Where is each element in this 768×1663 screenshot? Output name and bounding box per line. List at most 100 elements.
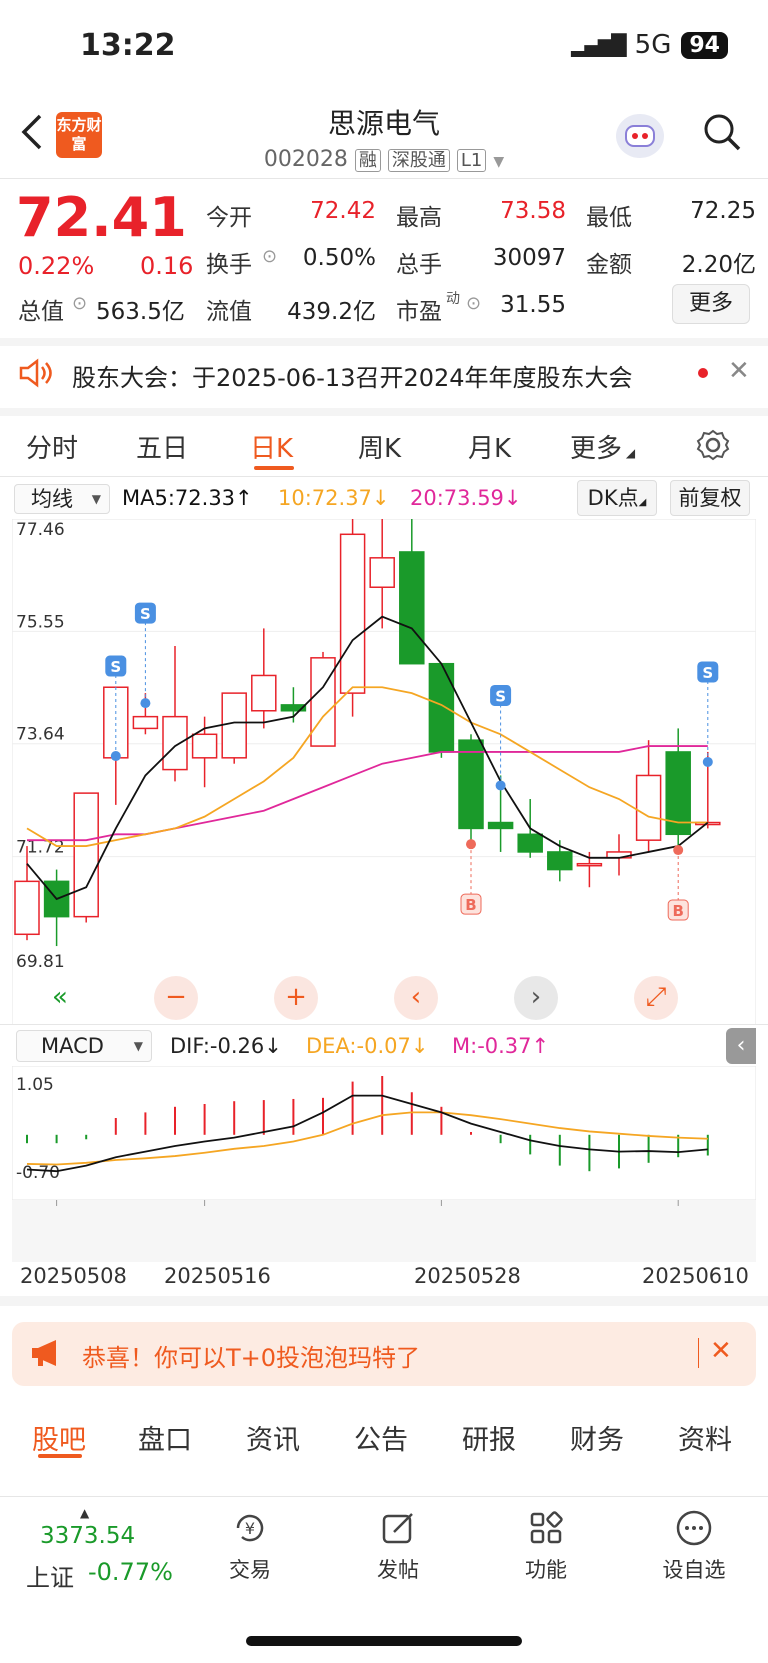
info-icon[interactable]: ⊙ bbox=[72, 293, 87, 314]
gear-icon[interactable] bbox=[696, 428, 730, 466]
tab-more[interactable]: 更多 ◢ bbox=[570, 428, 635, 465]
tab-underline bbox=[38, 1454, 82, 1458]
tab-research[interactable]: 研报 bbox=[462, 1418, 516, 1457]
tab-monthly-k[interactable]: 月K bbox=[468, 428, 511, 465]
section-gap bbox=[0, 408, 768, 416]
close-icon[interactable]: ✕ bbox=[710, 1336, 732, 1366]
amount-value: 2.20亿 bbox=[681, 252, 756, 278]
zoom-in-button[interactable]: + bbox=[274, 976, 318, 1020]
candle-body bbox=[487, 821, 514, 830]
nav-post-label: 发帖 bbox=[377, 1558, 419, 1582]
signal-label: S bbox=[495, 687, 506, 705]
signal-dot bbox=[673, 845, 684, 856]
tab-announcements[interactable]: 公告 bbox=[354, 1418, 408, 1457]
date-label: 20250528 bbox=[414, 1264, 521, 1288]
candle-body bbox=[428, 662, 455, 753]
index-name[interactable]: 上证 bbox=[26, 1558, 74, 1593]
tab-intraday[interactable]: 分时 bbox=[26, 428, 78, 465]
index-change[interactable]: -0.77% bbox=[88, 1558, 173, 1586]
dk-points-button[interactable]: DK点◢ bbox=[577, 480, 657, 516]
ma20-readout: 20:73.59↓ bbox=[410, 486, 522, 510]
pe-dynamic-mark: 动 bbox=[446, 291, 460, 307]
more-stats-button[interactable]: 更多 bbox=[672, 284, 750, 324]
fullscreen-icon[interactable]: ⤢ bbox=[634, 976, 678, 1020]
ma20-value: 20:73.59 bbox=[410, 486, 504, 510]
candle-body bbox=[132, 715, 159, 730]
tab-finance[interactable]: 财务 bbox=[570, 1418, 624, 1457]
arrow-up-icon: ↑ bbox=[531, 1034, 550, 1058]
macd-chart[interactable]: 1.05 -0.70 bbox=[12, 1066, 756, 1262]
pe-label: 市盈 bbox=[396, 299, 442, 325]
candle-body bbox=[369, 557, 395, 588]
zoom-out-button[interactable]: − bbox=[154, 976, 198, 1020]
nav-trade-label: 交易 bbox=[229, 1558, 271, 1582]
nav-watchlist-label: 设自选 bbox=[662, 1558, 726, 1582]
tab-profile[interactable]: 资料 bbox=[678, 1418, 732, 1457]
status-icons: ▂▄▆█ 5G 94 bbox=[571, 30, 728, 60]
candle-body bbox=[458, 739, 484, 830]
assistant-robot-icon[interactable] bbox=[616, 114, 664, 158]
arrow-up-icon: ↑ bbox=[235, 486, 253, 510]
signal-label: B bbox=[672, 902, 683, 920]
chevron-right-icon[interactable]: › bbox=[514, 976, 558, 1020]
ma10-value: 10:72.37 bbox=[278, 486, 372, 510]
tag-level: L1 bbox=[456, 149, 487, 172]
caret-icon: ◢ bbox=[638, 497, 647, 508]
index-value[interactable]: 3373.54 bbox=[40, 1523, 135, 1549]
grid-icon bbox=[530, 1511, 563, 1544]
tab-news[interactable]: 资讯 bbox=[246, 1418, 300, 1457]
nav-post[interactable]: 发帖 bbox=[348, 1508, 448, 1584]
info-icon[interactable]: ⊙ bbox=[262, 246, 277, 267]
signal-label: S bbox=[702, 664, 713, 682]
signal-dot bbox=[702, 756, 713, 767]
ma10-readout: 10:72.37↓ bbox=[278, 486, 390, 510]
low-label: 最低 bbox=[586, 205, 632, 231]
open-value: 72.42 bbox=[310, 198, 376, 224]
caret-down-icon: ▼ bbox=[91, 492, 101, 506]
close-icon[interactable]: ✕ bbox=[728, 356, 750, 386]
signal-label: B bbox=[465, 896, 476, 914]
volume-label: 总手 bbox=[396, 252, 442, 278]
nav-functions[interactable]: 功能 bbox=[496, 1508, 596, 1584]
candlestick-chart[interactable]: 77.4675.5573.6471.7269.81SSBSBS bbox=[12, 519, 756, 1025]
status-time: 13:22 bbox=[80, 28, 176, 63]
date-label: 20250508 bbox=[20, 1264, 127, 1288]
nav-watchlist[interactable]: 设自选 bbox=[644, 1508, 744, 1584]
candle-body bbox=[73, 792, 99, 918]
ma5-readout: MA5:72.33↑ bbox=[122, 486, 253, 510]
tab-forum[interactable]: 股吧 bbox=[32, 1418, 86, 1457]
dea-value: DEA:-0.07 bbox=[306, 1034, 411, 1058]
promo-text: 恭喜！你可以T+0投泡泡玛特了 bbox=[82, 1344, 421, 1372]
tag-connect: 深股通 bbox=[387, 149, 450, 172]
adjust-button[interactable]: 前复权 bbox=[670, 480, 750, 516]
candle-body bbox=[162, 715, 188, 771]
candle-body bbox=[635, 774, 662, 841]
dk-label: DK点 bbox=[587, 486, 639, 510]
double-left-icon[interactable]: « bbox=[38, 976, 82, 1020]
nav-trade[interactable]: ¥ 交易 bbox=[200, 1508, 300, 1584]
info-icon[interactable]: ⊙ bbox=[466, 293, 481, 314]
tab-weekly-k[interactable]: 周K bbox=[358, 428, 401, 465]
tab-daily-k[interactable]: 日K bbox=[250, 428, 293, 465]
tab-orderbook[interactable]: 盘口 bbox=[138, 1418, 192, 1457]
total-cap-value: 563.5亿 bbox=[96, 299, 185, 325]
tab-five-day[interactable]: 五日 bbox=[136, 428, 188, 465]
macd-select[interactable]: MACD ▼ bbox=[16, 1030, 152, 1062]
amount-label: 金额 bbox=[586, 252, 632, 278]
ma-select[interactable]: 均线 ▼ bbox=[14, 484, 110, 514]
signal-icon: ▂▄▆█ bbox=[571, 33, 627, 57]
caret-down-icon: ◢ bbox=[622, 446, 636, 460]
candle-body bbox=[14, 880, 40, 936]
signal-label: S bbox=[140, 605, 151, 623]
chevron-left-icon[interactable]: ‹ bbox=[394, 976, 438, 1020]
change-percent: 0.22% bbox=[18, 252, 95, 280]
candle-body bbox=[547, 851, 573, 871]
collapse-panel-icon[interactable]: ‹ bbox=[726, 1028, 756, 1064]
change-amount: 0.16 bbox=[140, 252, 194, 280]
dif-value: DIF:-0.26 bbox=[170, 1034, 265, 1058]
open-label: 今开 bbox=[206, 205, 252, 231]
notice-text: 股东大会：于2025-06-13召开2024年年度股东大会 bbox=[72, 364, 633, 392]
search-icon[interactable] bbox=[702, 112, 742, 152]
divider bbox=[0, 178, 768, 179]
y-tick-label: 75.55 bbox=[16, 612, 65, 632]
